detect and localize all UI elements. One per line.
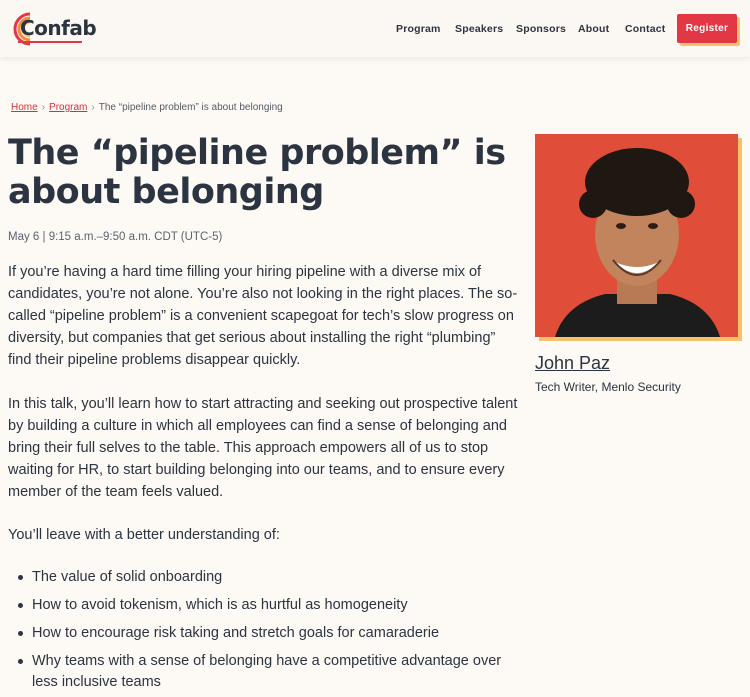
description-paragraph-1: If you’re having a hard time filling you…	[8, 264, 518, 368]
breadcrumb-home-link[interactable]: Home	[11, 102, 38, 113]
confab-logo[interactable]: Confab	[8, 10, 97, 46]
title-line-1: The “pipeline problem” is	[8, 133, 506, 173]
breadcrumb-separator: ›	[91, 102, 95, 113]
description-paragraph-3: You’ll leave with a better understanding…	[8, 527, 280, 543]
page-title: The “pipeline problem” is about belongin…	[8, 134, 508, 212]
logo-text: Confab	[20, 16, 97, 40]
speaker-photo[interactable]	[535, 134, 738, 337]
list-item: The value of solid onboarding	[18, 567, 508, 588]
description-paragraph-2: In this talk, you’ll learn how to start …	[8, 396, 518, 500]
speaker-photo-frame	[535, 134, 738, 337]
breadcrumb-current: The “pipeline problem” is about belongin…	[98, 102, 283, 113]
breadcrumb: Home › Program › The “pipeline problem” is a…	[11, 102, 283, 113]
nav-sponsors[interactable]: Sponsors	[516, 23, 566, 35]
nav-speakers[interactable]: Speakers	[455, 23, 503, 35]
nav-program[interactable]: Program	[396, 23, 441, 35]
breadcrumb-separator: ›	[41, 102, 46, 113]
breadcrumb-program-link[interactable]: Program	[49, 102, 87, 113]
title-line-2: about belonging	[8, 172, 324, 212]
list-item: How to encourage risk taking and stretch…	[18, 623, 508, 644]
speaker-portrait-illustration	[535, 134, 738, 337]
speaker-name-link[interactable]: John Paz	[535, 353, 610, 374]
list-item: How to avoid tokenism, which is as hurtf…	[18, 595, 508, 616]
takeaways-list: The value of solid onboarding How to avo…	[18, 567, 508, 697]
speaker-role: Tech Writer, Menlo Security	[535, 380, 681, 394]
nav-contact[interactable]: Contact	[625, 23, 665, 35]
session-time: May 6 | 9:15 a.m.–9:50 a.m. CDT (UTC-5)	[8, 231, 223, 243]
list-item: Why teams with a sense of belonging have…	[18, 651, 508, 693]
site-header: Confab Program Speakers Sponsors About C…	[0, 0, 750, 57]
nav-about[interactable]: About	[578, 23, 609, 35]
register-button[interactable]: Register	[677, 14, 737, 43]
